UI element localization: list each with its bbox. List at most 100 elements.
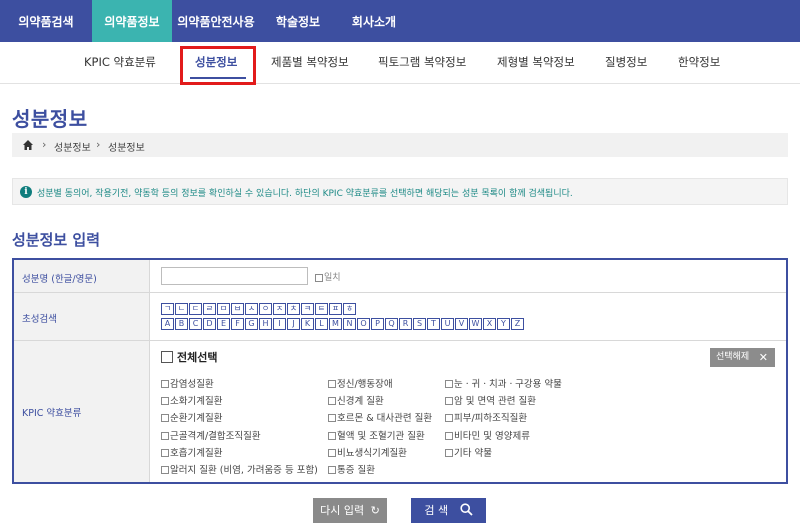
select-all[interactable]: 전체선택 (161, 349, 217, 365)
hangul-initial-key[interactable]: ㅈ (273, 303, 286, 315)
subnav-product-medication[interactable]: 제품별 복약정보 (271, 54, 349, 70)
alphabet-initial-key[interactable]: U (441, 318, 454, 330)
category-checkbox[interactable] (328, 380, 336, 388)
breadcrumb-item[interactable]: 성분정보 (108, 139, 145, 154)
category-checkbox[interactable] (161, 414, 169, 423)
subnav-herbal-info[interactable]: 한약정보 (678, 54, 720, 70)
alphabet-initial-key[interactable]: O (357, 318, 370, 330)
hangul-initial-key[interactable]: ㅂ (231, 303, 244, 315)
select-all-checkbox[interactable] (161, 351, 173, 363)
category-checkbox[interactable] (328, 448, 336, 457)
ingredient-input[interactable] (161, 267, 308, 285)
category-checkbox[interactable] (161, 380, 169, 388)
kpic-category-option[interactable]: 호흡기계질환 (161, 445, 222, 459)
hangul-initial-key[interactable]: ㅎ (343, 303, 356, 315)
alphabet-initial-key[interactable]: L (315, 318, 328, 330)
category-checkbox[interactable] (328, 431, 336, 440)
nav-academic-info[interactable]: 학술정보 (266, 0, 330, 42)
nav-drug-info[interactable]: 의약품정보 (92, 0, 172, 42)
hangul-initial-key[interactable]: ㅁ (217, 303, 230, 315)
alphabet-initial-key[interactable]: E (217, 318, 230, 330)
kpic-category-option[interactable]: 기타 약물 (445, 445, 492, 459)
exact-match-checkbox[interactable] (315, 273, 323, 282)
category-checkbox[interactable] (328, 414, 336, 423)
hangul-initial-key[interactable]: ㄹ (203, 303, 216, 315)
alphabet-initial-key[interactable]: K (301, 318, 314, 330)
hangul-initial-key[interactable]: ㅍ (329, 303, 342, 315)
alphabet-initial-key[interactable]: X (483, 318, 496, 330)
kpic-category-option[interactable]: 피부/피하조직질환 (445, 410, 527, 424)
category-checkbox[interactable] (328, 397, 336, 406)
category-checkbox[interactable] (161, 397, 169, 406)
kpic-category-option[interactable]: 감염성질환 (161, 376, 214, 390)
category-checkbox[interactable] (445, 414, 453, 423)
kpic-category-option[interactable]: 소화기계질환 (161, 393, 222, 407)
subnav-kpic[interactable]: KPIC 약효분류 (84, 54, 156, 70)
alphabet-initial-key[interactable]: Q (385, 318, 398, 330)
category-checkbox[interactable] (445, 431, 453, 440)
alphabet-initial-key[interactable]: W (469, 318, 482, 330)
kpic-category-option[interactable]: 비타민 및 영양제류 (445, 428, 530, 442)
hangul-initial-key[interactable]: ㄴ (175, 303, 188, 315)
alphabet-initial-key[interactable]: V (455, 318, 468, 330)
nav-drug-search[interactable]: 의약품검색 (0, 0, 92, 42)
hangul-initial-key[interactable]: ㄷ (189, 303, 202, 315)
alphabet-initial-key[interactable]: S (413, 318, 426, 330)
kpic-category-option[interactable]: 혈액 및 조혈기관 질환 (328, 428, 425, 442)
alphabet-initial-key[interactable]: H (259, 318, 272, 330)
kpic-category-option[interactable]: 근골격계/결합조직질환 (161, 428, 261, 442)
nav-drug-safety[interactable]: 의약품안전사용 (174, 0, 258, 42)
alphabet-initial-key[interactable]: Z (511, 318, 524, 330)
alphabet-initial-key[interactable]: P (371, 318, 384, 330)
alphabet-initial-key[interactable]: M (329, 318, 342, 330)
subnav-disease-info[interactable]: 질병정보 (605, 54, 647, 70)
category-checkbox[interactable] (328, 466, 336, 474)
category-checkbox[interactable] (161, 466, 169, 474)
category-label: 신경계 질환 (337, 396, 384, 408)
reset-button[interactable]: 다시 입력 ↻ (313, 498, 387, 523)
alphabet-initial-key[interactable]: F (231, 318, 244, 330)
alphabet-initial-key[interactable]: I (273, 318, 286, 330)
hangul-key-row: ㄱㄴㄷㄹㅁㅂㅅㅇㅈㅊㅋㅌㅍㅎ (161, 303, 357, 315)
subnav-dosage-form-medication[interactable]: 제형별 복약정보 (497, 54, 575, 70)
exact-match[interactable]: 일치 (315, 270, 341, 283)
category-checkbox[interactable] (445, 397, 453, 406)
alphabet-initial-key[interactable]: C (189, 318, 202, 330)
category-checkbox[interactable] (445, 380, 453, 388)
hangul-initial-key[interactable]: ㄱ (161, 303, 174, 315)
category-checkbox[interactable] (161, 448, 169, 457)
alphabet-initial-key[interactable]: D (203, 318, 216, 330)
kpic-category-option[interactable]: 알러지 질환 (비염, 가려움증 등 포함) (161, 462, 318, 476)
alphabet-initial-key[interactable]: Y (497, 318, 510, 330)
hangul-initial-key[interactable]: ㅅ (245, 303, 258, 315)
category-checkbox[interactable] (161, 431, 169, 440)
alphabet-initial-key[interactable]: R (399, 318, 412, 330)
kpic-category-option[interactable]: 순환기계질환 (161, 410, 222, 424)
alphabet-initial-key[interactable]: N (343, 318, 356, 330)
alphabet-initial-key[interactable]: A (161, 318, 174, 330)
hangul-initial-key[interactable]: ㅇ (259, 303, 272, 315)
hangul-initial-key[interactable]: ㅊ (287, 303, 300, 315)
kpic-category-option[interactable]: 신경계 질환 (328, 393, 384, 407)
alphabet-initial-key[interactable]: T (427, 318, 440, 330)
breadcrumb-item[interactable]: 성분정보 (54, 139, 91, 154)
alphabet-initial-key[interactable]: B (175, 318, 188, 330)
home-icon[interactable] (22, 139, 34, 151)
subnav-pictogram-medication[interactable]: 픽토그램 복약정보 (378, 54, 466, 70)
hangul-initial-key[interactable]: ㅋ (301, 303, 314, 315)
category-label: 혈액 및 조혈기관 질환 (337, 430, 425, 442)
kpic-category-option[interactable]: 정신/행동장애 (328, 376, 393, 390)
search-form: 성분명 (한글/영문) 일치 초성검색 ㄱㄴㄷㄹㅁㅂㅅㅇㅈㅊㅋㅌㅍㅎ ABCDE… (12, 258, 788, 484)
kpic-category-option[interactable]: 비뇨생식기계질환 (328, 445, 407, 459)
kpic-category-option[interactable]: 통증 질환 (328, 462, 375, 476)
alphabet-initial-key[interactable]: J (287, 318, 300, 330)
kpic-category-option[interactable]: 눈ㆍ귀ㆍ치과ㆍ구강용 약물 (445, 376, 562, 390)
nav-company[interactable]: 회사소개 (342, 0, 406, 42)
kpic-category-option[interactable]: 호르몬 & 대사관련 질환 (328, 410, 432, 424)
deselect-button[interactable]: 선택해제 ✕ (710, 348, 775, 367)
hangul-initial-key[interactable]: ㅌ (315, 303, 328, 315)
category-checkbox[interactable] (445, 448, 453, 457)
search-button[interactable]: 검 색 (411, 498, 486, 523)
kpic-category-option[interactable]: 암 및 면역 관련 질환 (445, 393, 536, 407)
alphabet-initial-key[interactable]: G (245, 318, 258, 330)
